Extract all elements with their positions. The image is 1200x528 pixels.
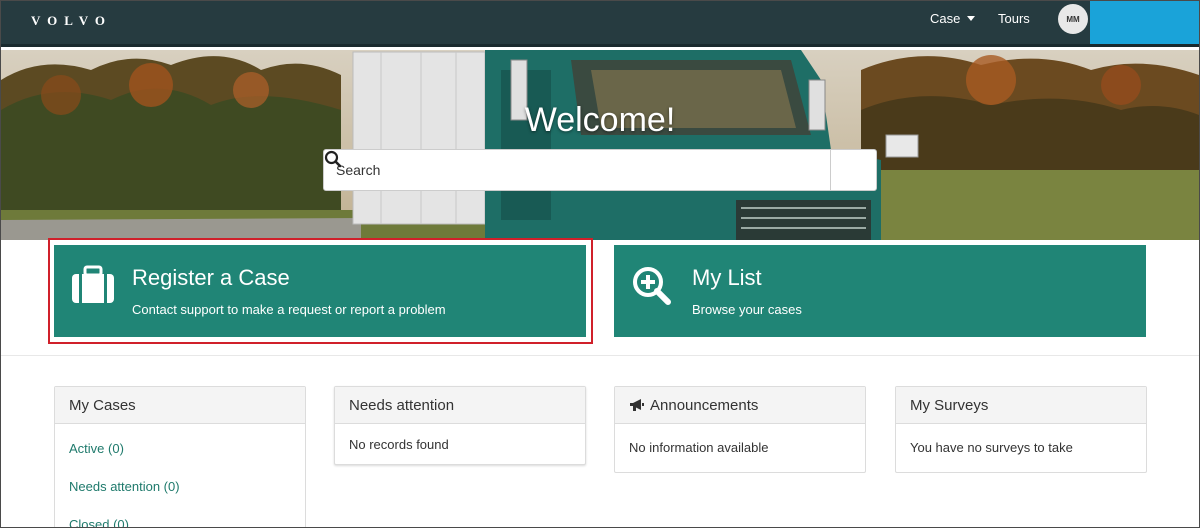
my-list-subtitle: Browse your cases [692, 302, 802, 317]
search-bar [323, 149, 877, 191]
announcements-title: Announcements [650, 396, 759, 414]
active-cases-link[interactable]: Active (0) [69, 441, 124, 456]
my-list-tile[interactable]: My List Browse your cases [614, 245, 1146, 337]
announcements-message: No information available [629, 440, 769, 455]
user-avatar[interactable]: MM [1058, 4, 1088, 34]
my-surveys-header: My Surveys [896, 387, 1146, 424]
top-nav-bar: VOLVO Case Tours MM [1, 1, 1199, 47]
accent-block [1090, 1, 1199, 44]
search-input[interactable] [324, 150, 830, 190]
volvo-logo[interactable]: VOLVO [31, 13, 112, 29]
search-plus-icon [633, 267, 671, 305]
page-frame: VOLVO Case Tours MM Welcome! Search Regi… [0, 0, 1200, 528]
needs-attention-cases-link[interactable]: Needs attention (0) [69, 479, 180, 494]
nav-case-label: Case [930, 11, 961, 26]
needs-attention-message: No records found [349, 437, 449, 452]
needs-attention-panel: Needs attention No records found [334, 386, 586, 465]
truck-hero-image [1, 50, 1199, 240]
chevron-down-icon [967, 16, 976, 21]
section-divider [1, 355, 1199, 356]
search-button[interactable] [324, 150, 876, 190]
my-cases-header: My Cases [55, 387, 305, 424]
announcements-header: Announcements [615, 387, 865, 424]
welcome-title: Welcome! [524, 101, 676, 139]
closed-cases-link[interactable]: Closed (0) [69, 517, 129, 527]
my-cases-panel: My Cases Active (0) Needs attention (0) … [54, 386, 306, 527]
my-surveys-panel: My Surveys You have no surveys to take [895, 386, 1147, 473]
needs-attention-header: Needs attention [335, 387, 585, 424]
highlight-frame [48, 238, 593, 344]
nav-tours-link[interactable]: Tours [998, 11, 1030, 26]
my-list-title: My List [692, 265, 762, 290]
my-surveys-message: You have no surveys to take [910, 440, 1073, 455]
megaphone-icon [630, 399, 644, 411]
announcements-panel: Announcements No information available [614, 386, 866, 473]
hero-banner: Welcome! [1, 50, 1199, 240]
search-icon [324, 150, 342, 168]
nav-case-menu[interactable]: Case [930, 11, 976, 26]
